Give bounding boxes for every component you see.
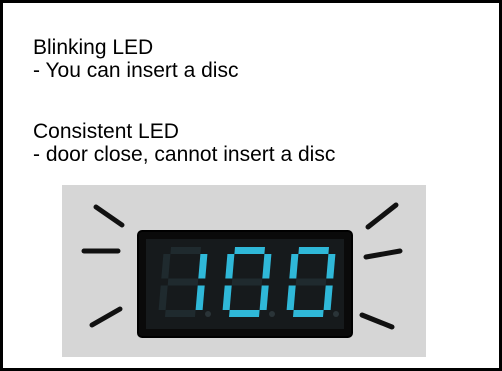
led-display-illustration bbox=[62, 185, 426, 357]
consistent-led-note: Consistent LED - door close, cannot inse… bbox=[33, 120, 335, 166]
segment-d bbox=[229, 310, 260, 317]
segment-d bbox=[165, 310, 196, 317]
blinking-led-note: Blinking LED - You can insert a disc bbox=[33, 36, 238, 82]
blinking-led-description: - You can insert a disc bbox=[33, 59, 239, 82]
segment-g bbox=[295, 278, 327, 286]
decimal-point bbox=[269, 311, 275, 317]
segment-a bbox=[298, 247, 329, 254]
decimal-point bbox=[333, 311, 339, 317]
segment-a bbox=[234, 247, 265, 254]
decimal-point bbox=[205, 311, 211, 317]
blinking-led-title: Blinking LED bbox=[33, 36, 154, 59]
segment-g bbox=[167, 278, 199, 286]
segment-d bbox=[293, 310, 324, 317]
segment-a bbox=[170, 247, 201, 254]
led-display-photo bbox=[62, 185, 426, 357]
segment-g bbox=[231, 278, 263, 286]
consistent-led-description: - door close, cannot insert a disc bbox=[33, 143, 336, 166]
consistent-led-title: Consistent LED bbox=[33, 120, 179, 143]
